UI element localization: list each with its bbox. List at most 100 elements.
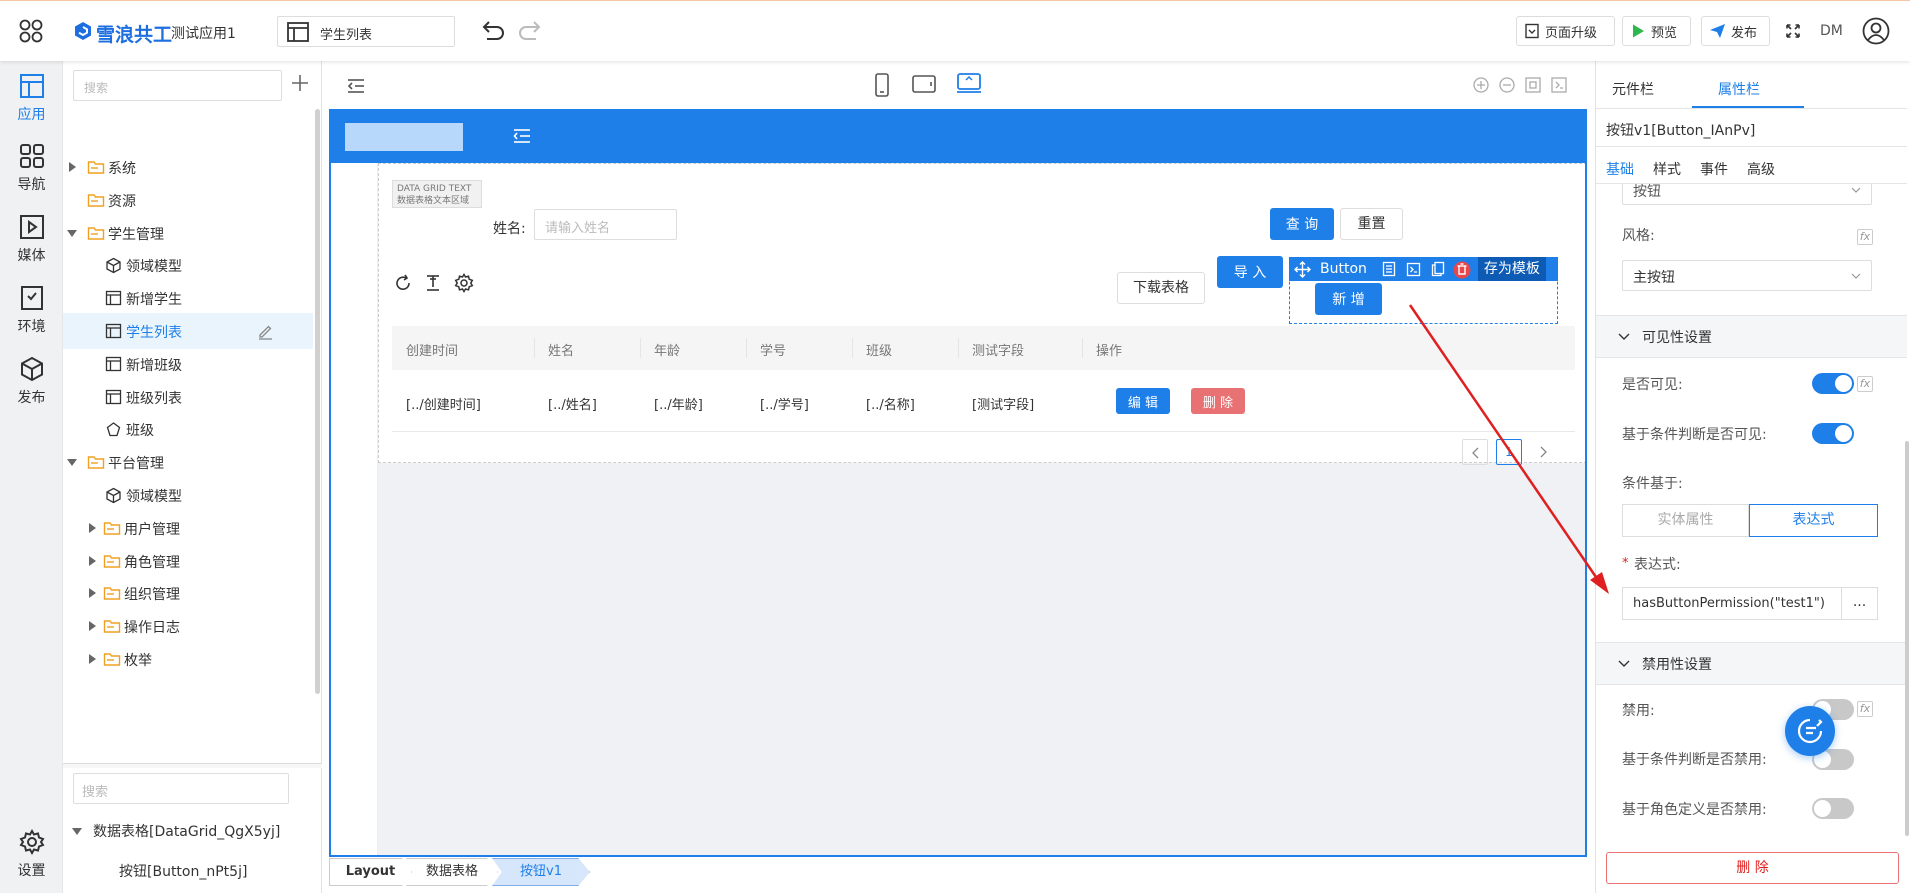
caret-right-icon[interactable]: [87, 555, 97, 567]
nav-navigation[interactable]: 导航: [0, 135, 63, 201]
edit-button[interactable]: 编 辑: [1116, 388, 1170, 414]
query-button[interactable]: 查 询: [1270, 208, 1334, 240]
collapse-panel-icon[interactable]: [346, 77, 366, 95]
redo-icon[interactable]: [516, 19, 544, 43]
style-select[interactable]: 主按钮: [1622, 260, 1872, 291]
undo-icon[interactable]: [479, 19, 507, 43]
caret-down-icon[interactable]: [66, 457, 78, 467]
delete-component-button[interactable]: 删 除: [1606, 852, 1899, 884]
tree-item[interactable]: 领域模型: [63, 247, 313, 283]
nav-media[interactable]: 媒体: [0, 206, 63, 272]
tree-item[interactable]: 系统: [63, 149, 313, 185]
outline-item-datagrid[interactable]: 数据表格[DataGrid_QgX5yj]: [63, 813, 322, 849]
delete-trash-icon[interactable]: [1453, 260, 1471, 279]
nav-app[interactable]: 应用: [0, 65, 63, 131]
refresh-icon[interactable]: [394, 274, 412, 292]
datagrid-component[interactable]: DATA GRID TEXT 数据表格文本区域 姓名: 请输入姓名 查 询 重置…: [378, 163, 1585, 465]
page-selector[interactable]: 学生列表: [277, 16, 455, 47]
breadcrumb-item-datagrid[interactable]: 数据表格: [406, 858, 498, 886]
nav-environment[interactable]: 环境: [0, 277, 63, 343]
caret-right-icon[interactable]: [87, 522, 97, 534]
fullscreen-icon[interactable]: [1785, 23, 1801, 39]
page-number-button[interactable]: 1: [1496, 439, 1522, 465]
text-height-icon[interactable]: [424, 274, 442, 292]
tree-item[interactable]: 平台管理: [63, 444, 313, 480]
tree-item[interactable]: 班级列表: [63, 379, 313, 415]
caret-right-icon[interactable]: [87, 653, 97, 665]
prev-page-button[interactable]: [1462, 439, 1488, 465]
subtab-style[interactable]: 样式: [1653, 159, 1681, 179]
publish-button[interactable]: 发布: [1701, 16, 1770, 46]
breadcrumb-item-layout[interactable]: Layout: [329, 858, 412, 886]
tree-item[interactable]: 学生管理: [63, 215, 313, 251]
props-scrollbar[interactable]: [1905, 441, 1909, 836]
disabled-fx-icon[interactable]: fx: [1857, 701, 1873, 717]
preview-button[interactable]: 预览: [1622, 16, 1691, 46]
settings-gear-icon[interactable]: [454, 273, 474, 293]
tree-item[interactable]: 领域模型: [63, 477, 313, 513]
save-template-button[interactable]: 存为模板: [1477, 257, 1546, 281]
entity-attr-option[interactable]: 实体属性: [1622, 504, 1749, 537]
mobile-view-icon[interactable]: [873, 72, 891, 98]
caret-down-icon[interactable]: [66, 228, 78, 238]
breadcrumb-item-button[interactable]: 按钮v1: [492, 858, 590, 886]
page-upgrade-button[interactable]: 页面升级: [1516, 16, 1615, 46]
zoom-out-icon[interactable]: [1498, 76, 1516, 94]
caret-right-icon[interactable]: [87, 620, 97, 632]
tree-item[interactable]: 角色管理: [63, 543, 313, 579]
tree-item[interactable]: 资源: [63, 182, 313, 218]
import-button[interactable]: 导 入: [1217, 256, 1283, 288]
caret-right-icon[interactable]: [87, 587, 97, 599]
tab-components[interactable]: 元件栏: [1612, 79, 1654, 99]
type-select[interactable]: 按钮: [1622, 184, 1872, 205]
disabled-section-header[interactable]: 禁用性设置: [1596, 642, 1907, 685]
tree-item[interactable]: 操作日志: [63, 608, 313, 644]
tree-search-input[interactable]: 搜索: [73, 70, 282, 101]
nav-settings[interactable]: 设置: [0, 821, 63, 887]
zoom-in-icon[interactable]: [1472, 76, 1490, 94]
style-fx-icon[interactable]: fx: [1857, 229, 1873, 245]
assistant-float-button[interactable]: [1785, 706, 1835, 756]
tree-item[interactable]: 枚举: [63, 641, 313, 677]
edit-icon[interactable]: [257, 323, 274, 340]
menu-fold-icon[interactable]: [513, 128, 531, 144]
properties-icon[interactable]: [1382, 261, 1396, 277]
tree-item[interactable]: 学生列表: [63, 313, 313, 349]
tree-item[interactable]: 班级: [63, 411, 313, 447]
caret-right-icon[interactable]: [67, 161, 77, 173]
subtab-basic[interactable]: 基础: [1606, 159, 1634, 179]
tab-properties[interactable]: 属性栏: [1718, 79, 1760, 99]
next-page-button[interactable]: [1530, 439, 1556, 465]
visible-toggle[interactable]: [1812, 373, 1854, 394]
expression-input[interactable]: hasButtonPermission("test1"): [1622, 587, 1841, 620]
download-table-button[interactable]: 下载表格: [1117, 272, 1205, 304]
user-avatar-icon[interactable]: [1862, 17, 1890, 45]
expression-more-button[interactable]: ...: [1841, 587, 1878, 620]
tree-item[interactable]: 新增学生: [63, 280, 313, 316]
role-disabled-toggle[interactable]: [1812, 798, 1854, 819]
cond-visible-toggle[interactable]: [1812, 423, 1854, 444]
visible-fx-icon[interactable]: fx: [1857, 376, 1873, 392]
tree-item[interactable]: 新增班级: [63, 346, 313, 382]
fit-screen-icon[interactable]: [1524, 76, 1542, 94]
script-icon[interactable]: [1406, 262, 1421, 277]
desktop-view-icon[interactable]: [956, 72, 982, 94]
tree-item[interactable]: 组织管理: [63, 575, 313, 611]
nav-publish[interactable]: 发布: [0, 348, 63, 414]
add-icon[interactable]: [290, 73, 310, 93]
outline-search-input[interactable]: 搜索: [73, 773, 289, 804]
apps-grid-icon[interactable]: [18, 18, 44, 44]
visibility-section-header[interactable]: 可见性设置: [1596, 315, 1907, 358]
delete-row-button[interactable]: 删 除: [1191, 388, 1245, 414]
outline-item-button[interactable]: 按钮[Button_nPt5j]: [119, 853, 247, 889]
add-button[interactable]: 新 增: [1315, 283, 1382, 315]
copy-icon[interactable]: [1431, 261, 1445, 277]
reset-button[interactable]: 重置: [1340, 208, 1403, 240]
tree-item[interactable]: 用户管理: [63, 510, 313, 546]
tree-scrollbar[interactable]: [315, 109, 320, 694]
subtab-advanced[interactable]: 高级: [1747, 159, 1775, 179]
name-filter-input[interactable]: 请输入姓名: [534, 209, 677, 240]
code-view-icon[interactable]: [1550, 76, 1568, 94]
panel-splitter[interactable]: [63, 763, 322, 768]
expression-option[interactable]: 表达式: [1749, 504, 1878, 537]
